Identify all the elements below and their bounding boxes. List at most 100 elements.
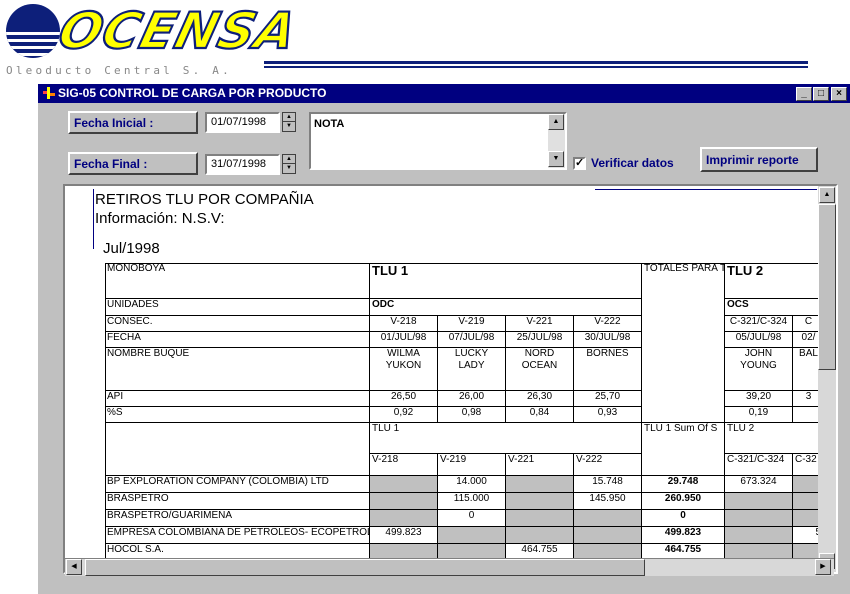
nota-scrollbar[interactable]: ▲ ▼ xyxy=(548,114,565,168)
scroll-thumb[interactable] xyxy=(85,559,645,576)
company-total: 499.823 xyxy=(642,527,725,544)
row-label-unidades: UNIDADES xyxy=(105,299,370,316)
nota-textarea[interactable]: NOTA xyxy=(309,112,567,170)
pivot-col-header: V-218 xyxy=(370,454,438,476)
scroll-up-icon[interactable]: ▲ xyxy=(819,187,835,203)
scroll-right-icon[interactable]: ▶ xyxy=(815,559,831,575)
verificar-checkbox[interactable]: ✓ xyxy=(573,157,586,170)
tlu2-header: TLU 2 xyxy=(725,263,825,299)
report-margin-line xyxy=(93,189,94,249)
ocensa-logo: OCENSA Oleoducto Central S. A. xyxy=(0,0,808,82)
spin-down-icon[interactable]: ▼ xyxy=(283,164,295,173)
row-label-nombre-buque: NOMBRE BUQUE xyxy=(105,348,370,391)
company-value: 0 xyxy=(438,510,506,527)
spin-up-icon[interactable]: ▲ xyxy=(283,113,295,122)
tlu1-consec: V-222 xyxy=(574,316,642,332)
company-value xyxy=(574,527,642,544)
report-viewer: RETIROS TLU POR COMPAÑIA Información: N.… xyxy=(63,184,838,574)
company-value xyxy=(370,493,438,510)
company-value: 14.000 xyxy=(438,476,506,493)
report-horizontal-scrollbar[interactable]: ◀ ▶ xyxy=(65,558,834,576)
tlu1-buque: NORD OCEAN xyxy=(506,348,574,391)
company-total: 260.950 xyxy=(642,493,725,510)
tlu1-api: 25,70 xyxy=(574,391,642,407)
scroll-up-icon[interactable]: ▲ xyxy=(548,114,564,130)
logo-wordmark: OCENSA xyxy=(52,1,305,61)
tlu2-pct-s: 0,19 xyxy=(725,407,793,423)
minimize-button[interactable]: _ xyxy=(796,87,812,101)
report-subtitle: Información: N.S.V: xyxy=(95,210,225,227)
fecha-inicial-field[interactable]: 01/07/1998 xyxy=(205,112,280,133)
company-value xyxy=(506,527,574,544)
pivot-col-header: V-222 xyxy=(574,454,642,476)
fecha-final-spinner[interactable]: ▲ ▼ xyxy=(282,154,296,174)
window-title: SIG-05 CONTROL DE CARGA POR PRODUCTO xyxy=(58,86,327,100)
tlu1-pct-s: 0,98 xyxy=(438,407,506,423)
tlu1-header: TLU 1 xyxy=(370,263,642,299)
tlu1-api: 26,50 xyxy=(370,391,438,407)
close-button[interactable]: × xyxy=(831,87,847,101)
logo-subtitle: Oleoducto Central S. A. xyxy=(6,64,232,77)
row-label-monoboya: MONOBOYA xyxy=(105,263,370,299)
company-value xyxy=(370,476,438,493)
fecha-final-field[interactable]: 31/07/1998 xyxy=(205,154,280,175)
company-value-tlu2 xyxy=(725,510,793,527)
nota-label: NOTA xyxy=(314,118,345,130)
company-total: 29.748 xyxy=(642,476,725,493)
company-value-tlu2: 673.324 xyxy=(725,476,793,493)
tlu1-consec: V-218 xyxy=(370,316,438,332)
fecha-inicial-spinner[interactable]: ▲ ▼ xyxy=(282,112,296,132)
company-value: 15.748 xyxy=(574,476,642,493)
scroll-left-icon[interactable]: ◀ xyxy=(66,559,82,575)
pivot-sum-header: TLU 1 Sum Of S xyxy=(642,423,725,476)
company-name: BP EXPLORATION COMPANY (COLOMBIA) LTD xyxy=(105,476,370,493)
company-value xyxy=(506,510,574,527)
fecha-final-button[interactable]: Fecha Final : xyxy=(68,152,198,175)
tlu1-totals-header: TOTALES PARA TLU 1 xyxy=(642,263,725,423)
logo-rule xyxy=(264,61,808,64)
pivot-col-header: V-219 xyxy=(438,454,506,476)
pivot-tlu2-col-header: C-321/C-324 xyxy=(725,454,793,476)
tlu2-buque: JOHN YOUNG xyxy=(725,348,793,391)
tlu1-fecha: 07/JUL/98 xyxy=(438,332,506,348)
scroll-down-icon[interactable]: ▼ xyxy=(548,151,564,167)
row-label-pct-s: %S xyxy=(105,407,370,423)
tlu1-fecha: 25/JUL/98 xyxy=(506,332,574,348)
company-name: EMPRESA COLOMBIANA DE PETROLEOS- ECOPETR… xyxy=(105,527,370,544)
company-value xyxy=(506,493,574,510)
tlu1-unit: ODC xyxy=(370,299,642,316)
report-header-rule xyxy=(595,189,817,190)
tlu2-api: 39,20 xyxy=(725,391,793,407)
company-value xyxy=(574,510,642,527)
report-vertical-scrollbar[interactable]: ▲ ▼ xyxy=(818,186,836,572)
maximize-button[interactable]: □ xyxy=(813,87,829,101)
company-value: 145.950 xyxy=(574,493,642,510)
tlu1-api: 26,00 xyxy=(438,391,506,407)
spin-up-icon[interactable]: ▲ xyxy=(283,155,295,164)
tlu1-buque: WILMA YUKON xyxy=(370,348,438,391)
report-month: Jul/1998 xyxy=(103,240,160,257)
logo-rule xyxy=(264,66,808,68)
pivot-tlu2-header: TLU 2 xyxy=(725,423,825,454)
spin-down-icon[interactable]: ▼ xyxy=(283,122,295,131)
tlu1-pct-s: 0,93 xyxy=(574,407,642,423)
pivot-col-header: V-221 xyxy=(506,454,574,476)
company-value xyxy=(506,476,574,493)
report-title: RETIROS TLU POR COMPAÑIA xyxy=(95,191,314,208)
row-label-fecha: FECHA xyxy=(105,332,370,348)
tlu1-fecha: 30/JUL/98 xyxy=(574,332,642,348)
tlu1-consec: V-219 xyxy=(438,316,506,332)
verificar-label: Verificar datos xyxy=(591,156,674,170)
row-label-api: API xyxy=(105,391,370,407)
company-name: BRASPETRO/GUARIMENA xyxy=(105,510,370,527)
fecha-inicial-button[interactable]: Fecha Inicial : xyxy=(68,111,198,134)
row-label-blank xyxy=(105,423,370,476)
tlu2-unit: OCS xyxy=(725,299,825,316)
pivot-tlu1-header: TLU 1 xyxy=(370,423,642,454)
scroll-thumb[interactable] xyxy=(818,204,836,370)
company-value-tlu2 xyxy=(725,493,793,510)
company-value xyxy=(370,510,438,527)
title-bar[interactable]: SIG-05 CONTROL DE CARGA POR PRODUCTO _ □… xyxy=(38,84,850,103)
imprimir-reporte-button[interactable]: Imprimir reporte xyxy=(700,147,818,172)
company-value xyxy=(438,527,506,544)
